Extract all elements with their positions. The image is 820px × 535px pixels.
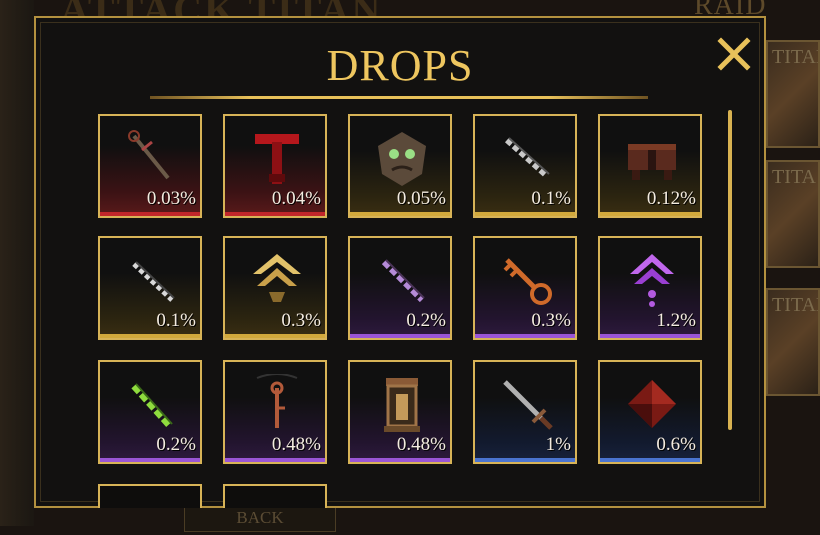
drop-slot[interactable]: 0.03% [98,114,202,218]
syringe-blade-icon [128,130,170,180]
drop-chance: 0.3% [531,310,571,331]
rarity-bar [600,212,700,216]
drop-chance: 0.48% [396,434,446,455]
drop-slot[interactable]: 0.2% [348,236,452,340]
drop-chance: 0.04% [271,188,321,209]
rarity-bar [350,458,450,462]
drop-chance: 0.48% [271,434,321,455]
rarity-bar [600,334,700,338]
titan-head-icon [378,132,426,186]
scrollbar[interactable] [728,110,732,430]
drop-chance: 0.2% [156,434,196,455]
title-underline [150,96,648,99]
drop-slot[interactable]: 0.48% [348,360,452,464]
rarity-bar [100,212,200,216]
drop-slot[interactable]: 0.3% [473,236,577,340]
rusty-key-pendant-icon [256,374,298,428]
purple-rank-chevron-icon [630,254,674,307]
bronze-key-icon [503,258,552,305]
background-frame [0,0,34,526]
rarity-bar [100,334,200,338]
rarity-bar [475,334,575,338]
rarity-bar [100,458,200,462]
drop-slot-partial-1[interactable] [98,484,202,508]
chain-blade-icon [504,137,550,179]
drop-slot[interactable]: 0.05% [348,114,452,218]
drop-slot[interactable]: 0.1% [98,236,202,340]
drop-chance: 1% [545,434,571,455]
side-card-titan-2: TITA [766,160,820,268]
rarity-bar [600,458,700,462]
drop-chance: 1.2% [656,310,696,331]
rarity-bar [225,334,325,338]
modal-title: DROPS [326,41,474,90]
drops-modal: DROPS 0.03% 0.04% 0.05% 0.1% 0.12% 0.1% 0.3% 0.… [34,16,766,508]
rarity-bar [225,458,325,462]
purple-blade-icon [381,259,425,303]
drop-chance: 0.1% [531,188,571,209]
drop-slot[interactable]: 1.2% [598,236,702,340]
rarity-bar [225,212,325,216]
drop-slot[interactable]: 1% [473,360,577,464]
drop-chance: 0.12% [646,188,696,209]
drop-slot-partial-2[interactable] [223,484,327,508]
drop-slot[interactable]: 0.1% [473,114,577,218]
drop-slot[interactable]: 0.3% [223,236,327,340]
crimson-hammer-icon [255,134,299,184]
drop-slot[interactable]: 0.2% [98,360,202,464]
rarity-bar [350,212,450,216]
drop-slot[interactable]: 0.6% [598,360,702,464]
side-card-titan-1: TITAN [766,40,820,148]
drop-chance: 0.05% [396,188,446,209]
drop-chance: 0.03% [146,188,196,209]
drop-chance: 0.3% [281,310,321,331]
long-sword-icon [503,380,553,430]
rarity-bar [475,458,575,462]
gold-rank-chevron-icon [253,254,301,302]
drop-slot[interactable]: 0.04% [223,114,327,218]
lantern-shrine-icon [384,378,420,432]
bone-blade-icon [132,261,175,302]
drop-slot[interactable]: 0.12% [598,114,702,218]
rarity-bar [475,212,575,216]
red-crystal-icon [628,380,676,428]
rusty-chest-icon [628,144,676,180]
rarity-bar [350,334,450,338]
side-card-titan-3: TITAN [766,288,820,396]
drop-slot[interactable]: 0.48% [223,360,327,464]
drop-chance: 0.1% [156,310,196,331]
green-blade-icon [131,383,173,429]
close-button[interactable] [716,36,752,72]
close-x-icon [717,37,751,71]
drop-chance: 0.6% [656,434,696,455]
drop-chance: 0.2% [406,310,446,331]
